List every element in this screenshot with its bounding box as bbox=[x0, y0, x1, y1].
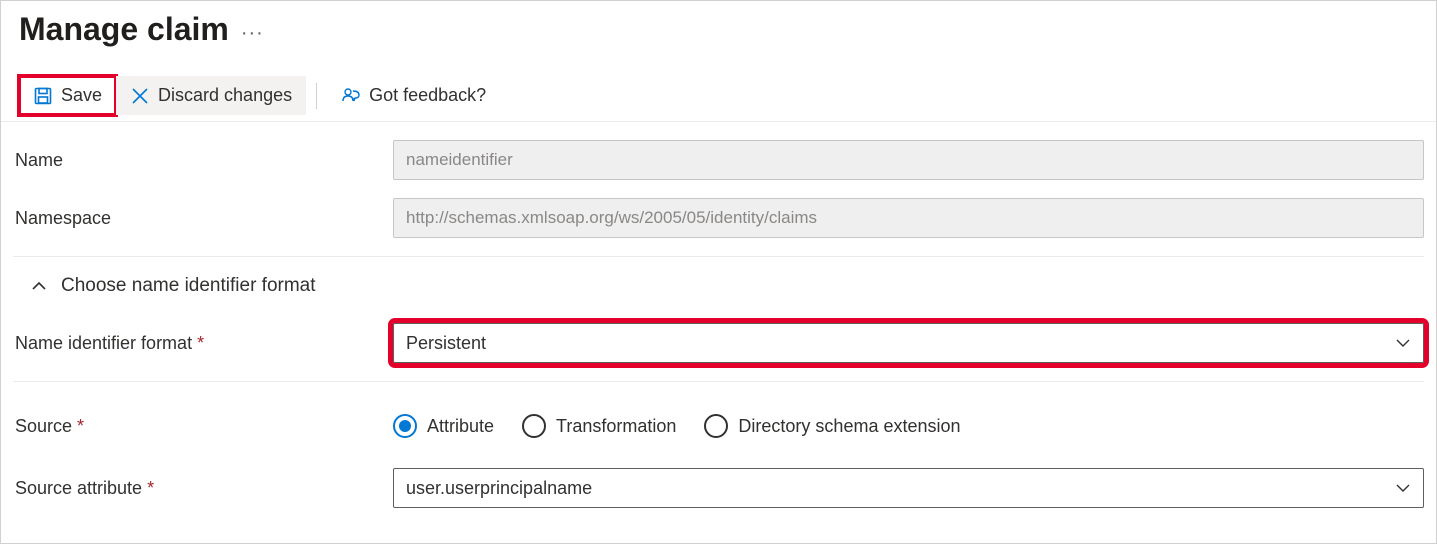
discard-label: Discard changes bbox=[158, 85, 292, 106]
divider bbox=[13, 381, 1424, 382]
source-radio-group: Attribute Transformation Directory schem… bbox=[393, 414, 1424, 438]
namespace-label: Namespace bbox=[13, 208, 393, 229]
feedback-label: Got feedback? bbox=[369, 85, 486, 106]
expander-name-id-format[interactable]: Choose name identifier format bbox=[1, 257, 1436, 297]
source-radio-directory-ext[interactable]: Directory schema extension bbox=[704, 414, 960, 438]
name-field bbox=[393, 140, 1424, 180]
feedback-button[interactable]: Got feedback? bbox=[327, 76, 500, 115]
more-actions-button[interactable]: ··· bbox=[241, 22, 264, 45]
name-id-format-label: Name identifier format bbox=[13, 333, 393, 354]
feedback-icon bbox=[341, 86, 361, 106]
name-id-format-select[interactable]: Persistent bbox=[393, 323, 1424, 363]
save-label: Save bbox=[61, 85, 102, 106]
chevron-down-icon bbox=[1395, 480, 1411, 496]
radio-label: Transformation bbox=[556, 416, 676, 437]
source-label: Source bbox=[13, 416, 393, 437]
close-icon bbox=[130, 86, 150, 106]
source-attribute-label: Source attribute bbox=[13, 478, 393, 499]
radio-icon bbox=[522, 414, 546, 438]
source-radio-transformation[interactable]: Transformation bbox=[522, 414, 676, 438]
radio-label: Attribute bbox=[427, 416, 494, 437]
toolbar-separator bbox=[316, 83, 317, 109]
expander-label: Choose name identifier format bbox=[61, 275, 316, 297]
source-attribute-select[interactable]: user.userprincipalname bbox=[393, 468, 1424, 508]
save-button[interactable]: Save bbox=[19, 76, 116, 115]
radio-icon bbox=[704, 414, 728, 438]
discard-button[interactable]: Discard changes bbox=[116, 76, 306, 115]
source-radio-attribute[interactable]: Attribute bbox=[393, 414, 494, 438]
radio-label: Directory schema extension bbox=[738, 416, 960, 437]
radio-icon bbox=[393, 414, 417, 438]
page-title: Manage claim bbox=[19, 11, 229, 48]
chevron-up-icon bbox=[31, 278, 47, 294]
source-attribute-value: user.userprincipalname bbox=[406, 478, 592, 499]
save-icon bbox=[33, 86, 53, 106]
name-id-format-value: Persistent bbox=[406, 333, 486, 354]
toolbar: Save Discard changes Got feedback? bbox=[1, 70, 1436, 122]
chevron-down-icon bbox=[1395, 335, 1411, 351]
namespace-field bbox=[393, 198, 1424, 238]
name-label: Name bbox=[13, 150, 393, 171]
